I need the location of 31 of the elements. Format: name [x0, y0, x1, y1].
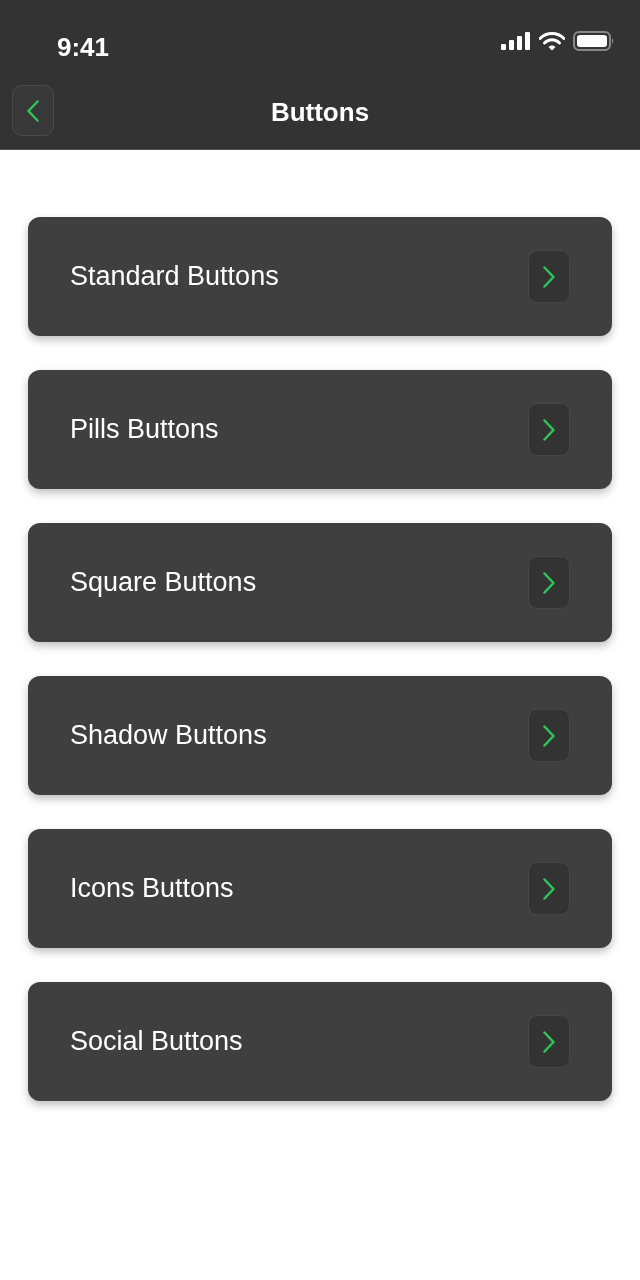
menu-card[interactable]: Pills Buttons — [28, 370, 612, 489]
menu-card[interactable]: Square Buttons — [28, 523, 612, 642]
menu-label: Icons Buttons — [70, 872, 234, 906]
menu-label: Pills Buttons — [70, 413, 219, 447]
chevron-button[interactable] — [528, 709, 570, 762]
chevron-right-icon — [543, 571, 555, 594]
status-time: 9:41 — [57, 34, 110, 61]
battery-icon — [573, 31, 615, 52]
chevron-right-icon — [543, 1030, 555, 1053]
chevron-button[interactable] — [528, 403, 570, 456]
chevron-right-icon — [543, 724, 555, 747]
chevron-button[interactable] — [528, 862, 570, 915]
menu-label: Standard Buttons — [70, 260, 279, 294]
chevron-right-icon — [543, 265, 555, 288]
back-button[interactable] — [12, 85, 54, 137]
menu-card[interactable]: Social Buttons — [28, 982, 612, 1101]
chevron-button[interactable] — [528, 556, 570, 609]
signal-icon — [501, 32, 531, 51]
back-icon — [27, 99, 39, 122]
menu-label: Social Buttons — [70, 1025, 243, 1059]
chevron-button[interactable] — [528, 250, 570, 303]
menu-card[interactable]: Icons Buttons — [28, 829, 612, 948]
chevron-right-icon — [543, 877, 555, 900]
wifi-icon — [539, 31, 565, 51]
menu-card[interactable]: Standard Buttons — [28, 217, 612, 336]
chevron-button[interactable] — [528, 1015, 570, 1068]
page-title: Buttons — [270, 96, 370, 130]
menu-label: Square Buttons — [70, 566, 257, 600]
chevron-right-icon — [543, 418, 555, 441]
menu-card[interactable]: Shadow Buttons — [28, 676, 612, 795]
menu-label: Shadow Buttons — [70, 719, 267, 753]
